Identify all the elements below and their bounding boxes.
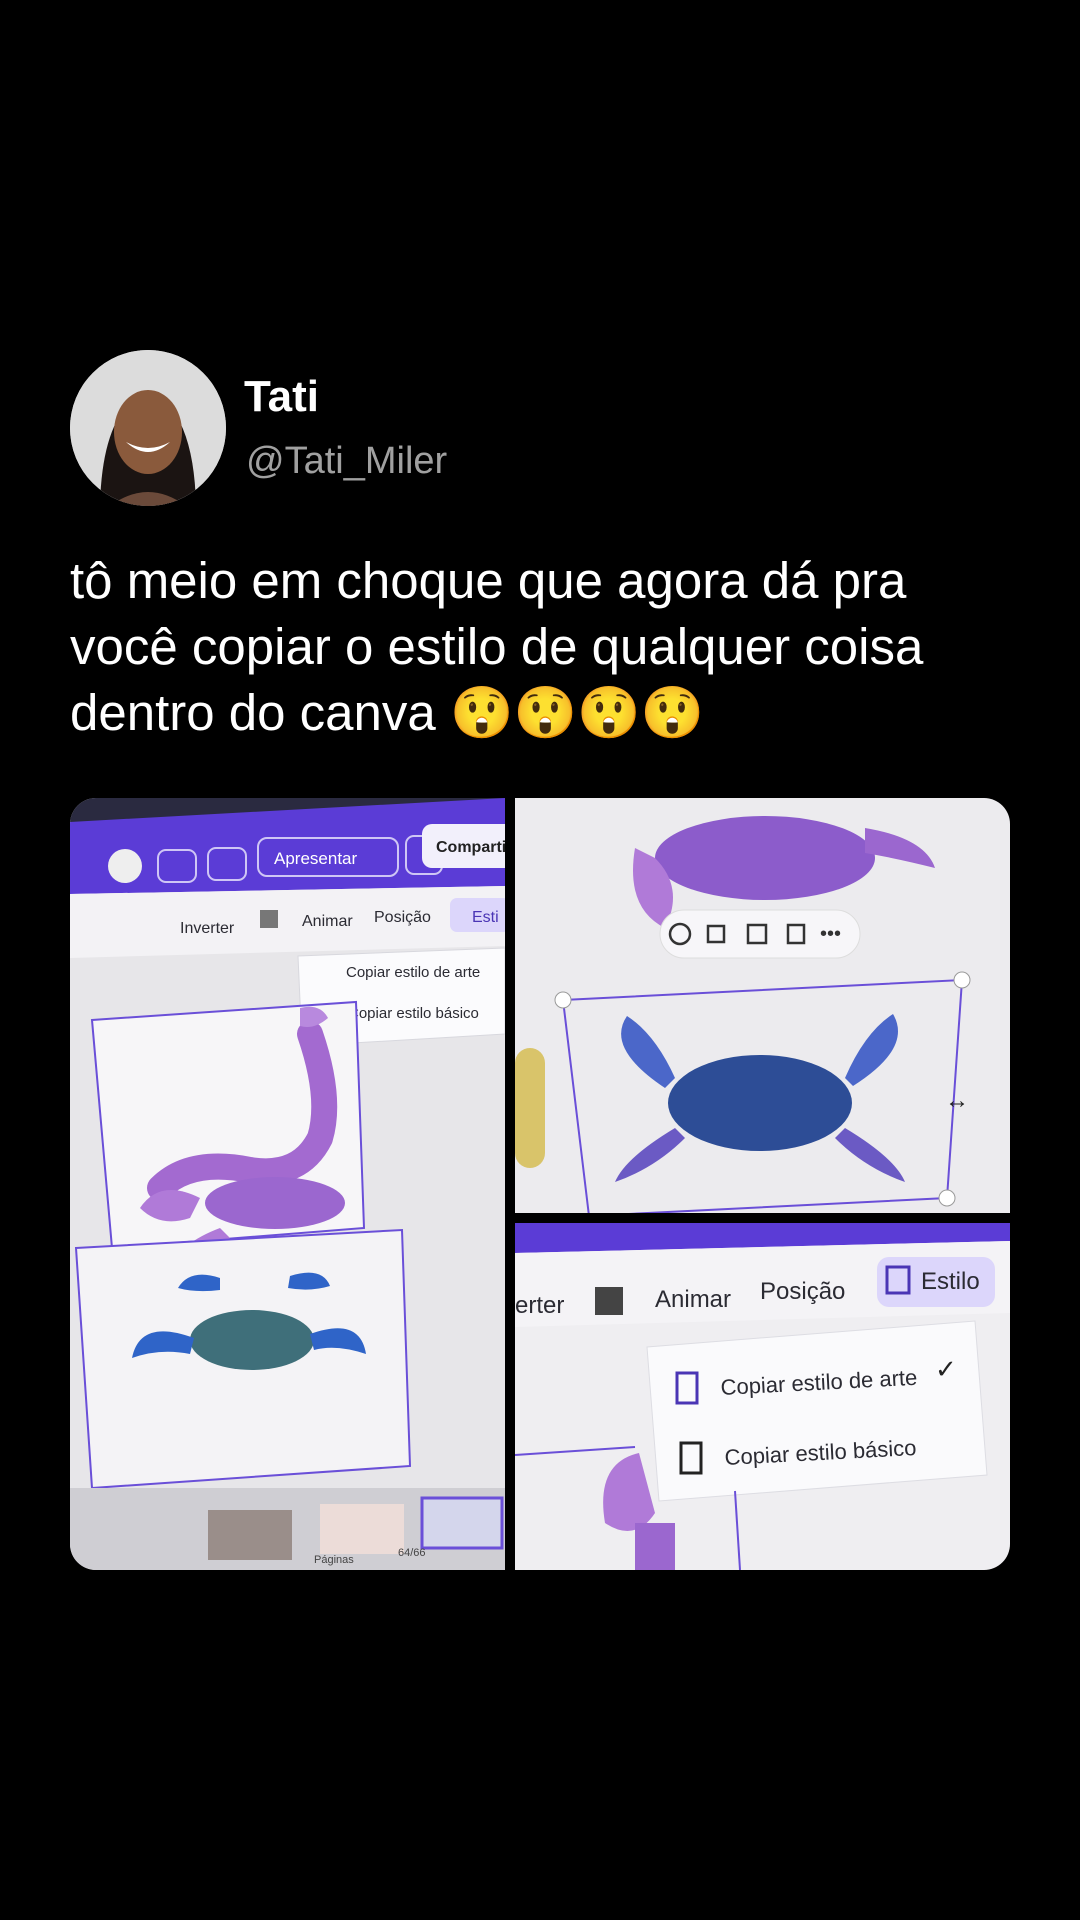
menu-copy-basic-style[interactable]: Copiar estilo básico (348, 1005, 479, 1022)
media-photo-style-menu[interactable]: erter Animar Posição Estilo Copiar estil… (515, 1223, 1010, 1570)
resize-handle[interactable] (554, 991, 572, 1009)
resize-handle[interactable] (938, 1189, 956, 1207)
crab-image-purple (615, 1014, 905, 1182)
style-button-label: Estilo (921, 1268, 980, 1295)
selection-edge (734, 1490, 741, 1570)
astonished-emoji: 😲😲😲😲 (449, 684, 704, 741)
check-icon: ✓ (935, 1355, 957, 1385)
transparency-icon[interactable] (260, 910, 278, 928)
resize-handle[interactable] (953, 971, 971, 989)
tweet-line-1: tô meio em choque que agora dá pra (70, 552, 907, 609)
menu-copy-art-style[interactable]: Copiar estilo de arte (346, 964, 480, 981)
tweet-media[interactable]: Apresentar Compartil Inverter Animar Pos… (70, 798, 1010, 1570)
pages-button[interactable]: Páginas (314, 1554, 354, 1566)
page-thumbnail-selected[interactable] (420, 1496, 504, 1550)
tweet-line-3-text: dentro do canva (70, 684, 436, 741)
media-photo-editor[interactable]: Apresentar Compartil Inverter Animar Pos… (70, 798, 505, 1570)
share-button-label: Compartil (436, 839, 505, 856)
user-avatar-icon[interactable] (108, 849, 142, 883)
media-photo-crab-selected[interactable]: ••• ↔ (515, 798, 1010, 1213)
position-button[interactable]: Posição (374, 909, 431, 926)
selection-edge (515, 1446, 636, 1456)
author-name[interactable]: Tati (244, 372, 319, 422)
more-options-icon[interactable]: ••• (820, 923, 841, 945)
position-button[interactable]: Posição (760, 1278, 845, 1305)
animate-button[interactable]: Animar (655, 1286, 731, 1313)
style-dropdown-menu: Copiar estilo de arte ✓ Copiar estilo bá… (646, 1320, 988, 1502)
style-button-label: Esti (472, 909, 499, 926)
transparency-icon[interactable] (595, 1287, 623, 1315)
flip-button[interactable]: Inverter (180, 920, 235, 937)
animate-button[interactable]: Animar (302, 913, 353, 930)
avatar-photo (70, 350, 226, 506)
tweet-text: tô meio em choque que agora dá pra você … (70, 548, 1030, 746)
avatar[interactable] (70, 350, 226, 506)
page-thumbnail[interactable] (208, 1510, 292, 1560)
tweet-line-2: você copiar o estilo de qualquer coisa (70, 618, 924, 675)
flip-button[interactable]: erter (515, 1292, 564, 1319)
author-handle[interactable]: @Tati_Miler (246, 440, 447, 483)
background-element (515, 1048, 545, 1168)
page-thumbnail[interactable] (320, 1504, 404, 1554)
tweet-line-3: dentro do canva 😲😲😲😲 (70, 680, 1030, 746)
resize-cursor-icon: ↔ (945, 1087, 969, 1114)
page-counter: 64/66 (398, 1547, 426, 1559)
present-button-label: Apresentar (274, 849, 357, 868)
